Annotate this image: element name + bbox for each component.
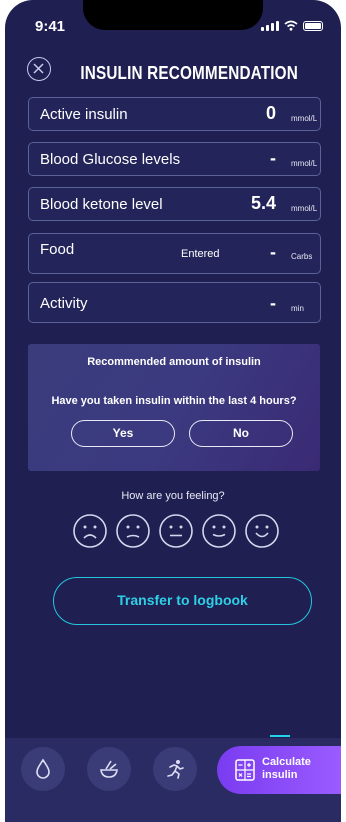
active-tab-indicator [270,735,290,737]
row-unit: mmol/L [291,204,318,213]
row-value: - [270,148,276,168]
row-label: Active insulin [40,106,128,123]
nav-food-button[interactable] [87,747,131,791]
signal-icon [261,21,279,31]
mood-selector [72,513,280,549]
calculate-insulin-button[interactable]: Calculate insulin [217,746,341,794]
recommendation-card: Recommended amount of insulin Have you t… [28,344,320,471]
food-row[interactable]: Food Entered - Carbs [28,233,321,274]
row-value: - [270,293,276,313]
slight-smile-face-icon[interactable] [201,513,237,549]
notch [83,0,263,30]
status-icons [261,20,323,31]
recommendation-question: Have you taken insulin within the last 4… [51,395,297,407]
wifi-icon [284,20,298,31]
drop-icon [36,758,50,779]
running-icon [167,760,184,779]
phone-screen: 9:41 INSULIN RECOMMENDATION Active insul… [5,0,341,822]
calculate-label-line2: insulin [262,769,298,781]
food-status: Entered [181,248,220,260]
yes-button[interactable]: Yes [71,420,175,447]
blood-glucose-row[interactable]: Blood Glucose levels - mmol/L [28,142,321,176]
status-bar: 9:41 [5,0,341,40]
food-bowl-icon [100,760,118,778]
row-value: 0 [265,103,276,123]
row-unit: mmol/L [291,114,318,123]
row-value: - [270,242,276,262]
feeling-prompt: How are you feeling? [121,490,225,502]
row-label: Blood Glucose levels [40,151,181,168]
status-time: 9:41 [35,18,66,35]
row-value: 5.4 [250,193,276,213]
recommendation-title: Recommended amount of insulin [87,356,261,368]
nav-activity-button[interactable] [153,747,197,791]
header: INSULIN RECOMMENDATION [5,52,341,92]
row-label: Activity [40,295,88,312]
battery-icon [303,21,323,31]
very-sad-face-icon[interactable] [72,513,108,549]
calculate-label: Calculate insulin [262,756,311,782]
no-button[interactable]: No [189,420,293,447]
calculate-label-line1: Calculate [262,756,311,768]
row-unit: min [291,304,304,313]
row-label: Food [40,241,75,258]
nav-glucose-button[interactable] [21,747,65,791]
active-insulin-row[interactable]: Active insulin 0 mmol/L [28,97,321,131]
sad-face-icon[interactable] [115,513,151,549]
row-unit: Carbs [291,252,313,261]
activity-row[interactable]: Activity - min [28,282,321,323]
calculator-icon [235,759,255,781]
happy-face-icon[interactable] [244,513,280,549]
blood-ketone-row[interactable]: Blood ketone level 5.4 mmol/L [28,187,321,221]
neutral-face-icon[interactable] [158,513,194,549]
row-unit: mmol/L [291,159,318,168]
transfer-to-logbook-button[interactable]: Transfer to logbook [53,577,312,625]
row-label: Blood ketone level [40,196,163,213]
page-title: INSULIN RECOMMENDATION [80,63,298,83]
